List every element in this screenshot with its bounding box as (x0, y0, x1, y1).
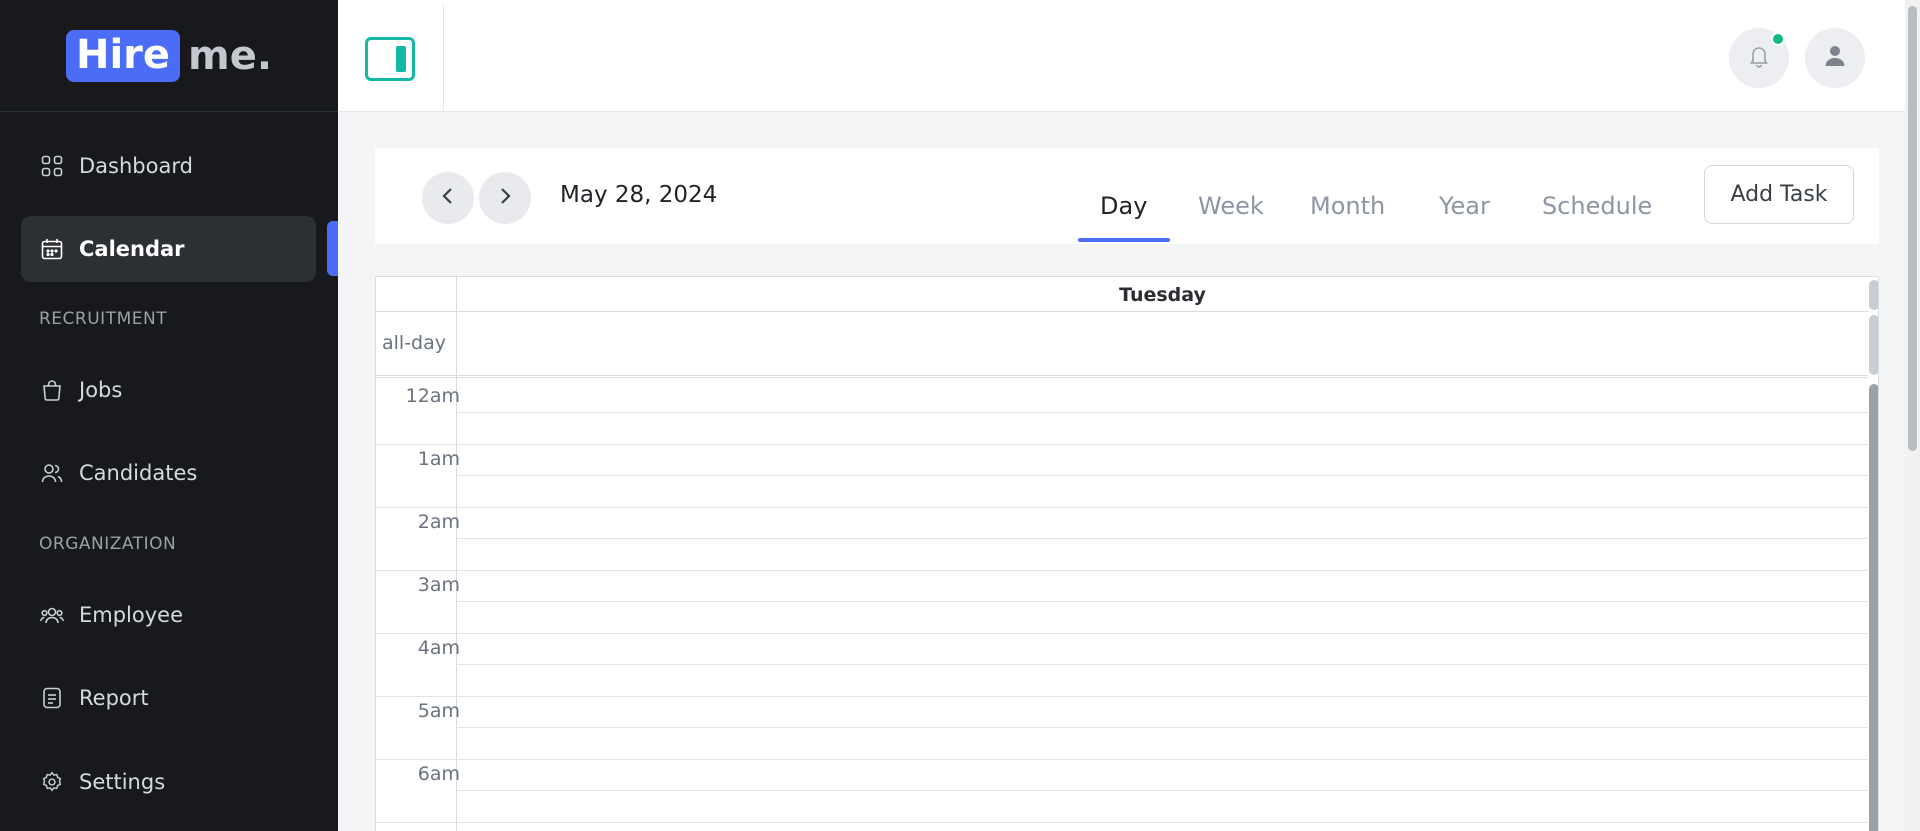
brand-me: me. (188, 32, 273, 79)
notification-button[interactable] (1729, 28, 1789, 88)
hour-line (376, 507, 1868, 508)
sidebar-item-label: Jobs (79, 378, 123, 402)
sidebar-item-label: Employee (79, 603, 184, 627)
tab-schedule[interactable]: Schedule (1542, 192, 1652, 220)
prev-date-button[interactable] (422, 172, 474, 224)
section-recruitment: RECRUITMENT (39, 309, 168, 329)
tab-year[interactable]: Year (1439, 192, 1490, 220)
hour-label: 1am (417, 448, 460, 470)
sidebar-item-label: Candidates (79, 461, 198, 485)
calendar-icon (39, 236, 65, 262)
hour-line (376, 759, 1868, 760)
app-root: Hire me. Dashboard Calendar RECRUITMENT … (0, 0, 1920, 831)
calendar-scrollbar[interactable] (1869, 384, 1878, 831)
topbar (338, 4, 1905, 112)
hour-label: 12am (405, 385, 460, 407)
sidebar-toggle-button[interactable] (365, 37, 415, 81)
next-date-button[interactable] (479, 172, 531, 224)
chevron-right-icon (498, 186, 512, 210)
allday-scrollbar[interactable] (1869, 315, 1878, 375)
avatar-button[interactable] (1805, 28, 1865, 88)
page-scrollbar-thumb[interactable] (1908, 6, 1917, 451)
user-icon (1824, 44, 1846, 72)
hour-label: 2am (417, 511, 460, 533)
sidebar-item-label: Report (79, 686, 149, 710)
half-hour-line (456, 538, 1868, 539)
calendar-toolbar: May 28, 2024 Day Week Month Year Schedul… (375, 148, 1879, 244)
time-gutter-divider (456, 277, 457, 831)
half-hour-line (456, 412, 1868, 413)
tab-day[interactable]: Day (1100, 192, 1147, 220)
gear-icon (39, 769, 65, 795)
hour-label: 3am (417, 574, 460, 596)
current-date: May 28, 2024 (560, 182, 718, 208)
calendar-header-row: Tuesday (376, 277, 1868, 312)
half-hour-line (456, 664, 1868, 665)
half-hour-line (456, 601, 1868, 602)
tab-week[interactable]: Week (1198, 192, 1264, 220)
document-icon (39, 685, 65, 711)
tab-month[interactable]: Month (1310, 192, 1385, 220)
team-icon (39, 602, 65, 628)
sidebar-toggle-icon (396, 46, 406, 72)
add-task-button[interactable]: Add Task (1704, 165, 1854, 224)
sidebar-item-jobs[interactable]: Jobs (21, 357, 316, 423)
sidebar-item-employee[interactable]: Employee (21, 582, 316, 648)
sidebar-item-dashboard[interactable]: Dashboard (21, 133, 316, 199)
hour-label: 5am (417, 700, 460, 722)
chevron-left-icon (441, 186, 455, 210)
hour-line (376, 696, 1868, 697)
hour-label: 4am (417, 637, 460, 659)
hour-line (376, 570, 1868, 571)
day-calendar-grid: Tuesday all-day 12am 1am 2am 3am 4am 5am 6am (375, 276, 1879, 831)
topbar-divider (443, 4, 444, 112)
hour-line (376, 444, 1868, 445)
all-day-label: all-day (382, 332, 447, 354)
hour-label: 6am (417, 763, 460, 785)
users-icon (39, 460, 65, 486)
section-organization: ORGANIZATION (39, 534, 177, 554)
sidebar-item-calendar[interactable]: Calendar (21, 216, 316, 282)
sidebar-item-label: Calendar (79, 237, 185, 261)
sidebar-item-label: Dashboard (79, 154, 193, 178)
all-day-row[interactable]: all-day (376, 312, 1868, 378)
sidebar: Hire me. Dashboard Calendar RECRUITMENT … (0, 0, 339, 831)
brand-hire: Hire (65, 29, 181, 82)
notification-dot (1771, 32, 1785, 46)
hour-line (376, 822, 1868, 823)
sidebar-item-report[interactable]: Report (21, 665, 316, 731)
brand-logo[interactable]: Hire me. (0, 0, 338, 112)
header-scrollbar[interactable] (1869, 280, 1878, 310)
hour-line (376, 633, 1868, 634)
half-hour-line (456, 475, 1868, 476)
sidebar-item-settings[interactable]: Settings (21, 749, 316, 815)
dashboard-grid-icon (39, 153, 65, 179)
bell-icon (1748, 44, 1770, 72)
day-title: Tuesday (1119, 284, 1206, 306)
half-hour-line (456, 727, 1868, 728)
half-hour-line (456, 790, 1868, 791)
main-content: May 28, 2024 Day Week Month Year Schedul… (338, 112, 1905, 831)
sidebar-item-candidates[interactable]: Candidates (21, 440, 316, 506)
page-scrollbar[interactable] (1905, 0, 1920, 831)
sidebar-item-label: Settings (79, 770, 166, 794)
shopping-bag-icon (39, 377, 65, 403)
active-tab-indicator (1078, 238, 1170, 242)
